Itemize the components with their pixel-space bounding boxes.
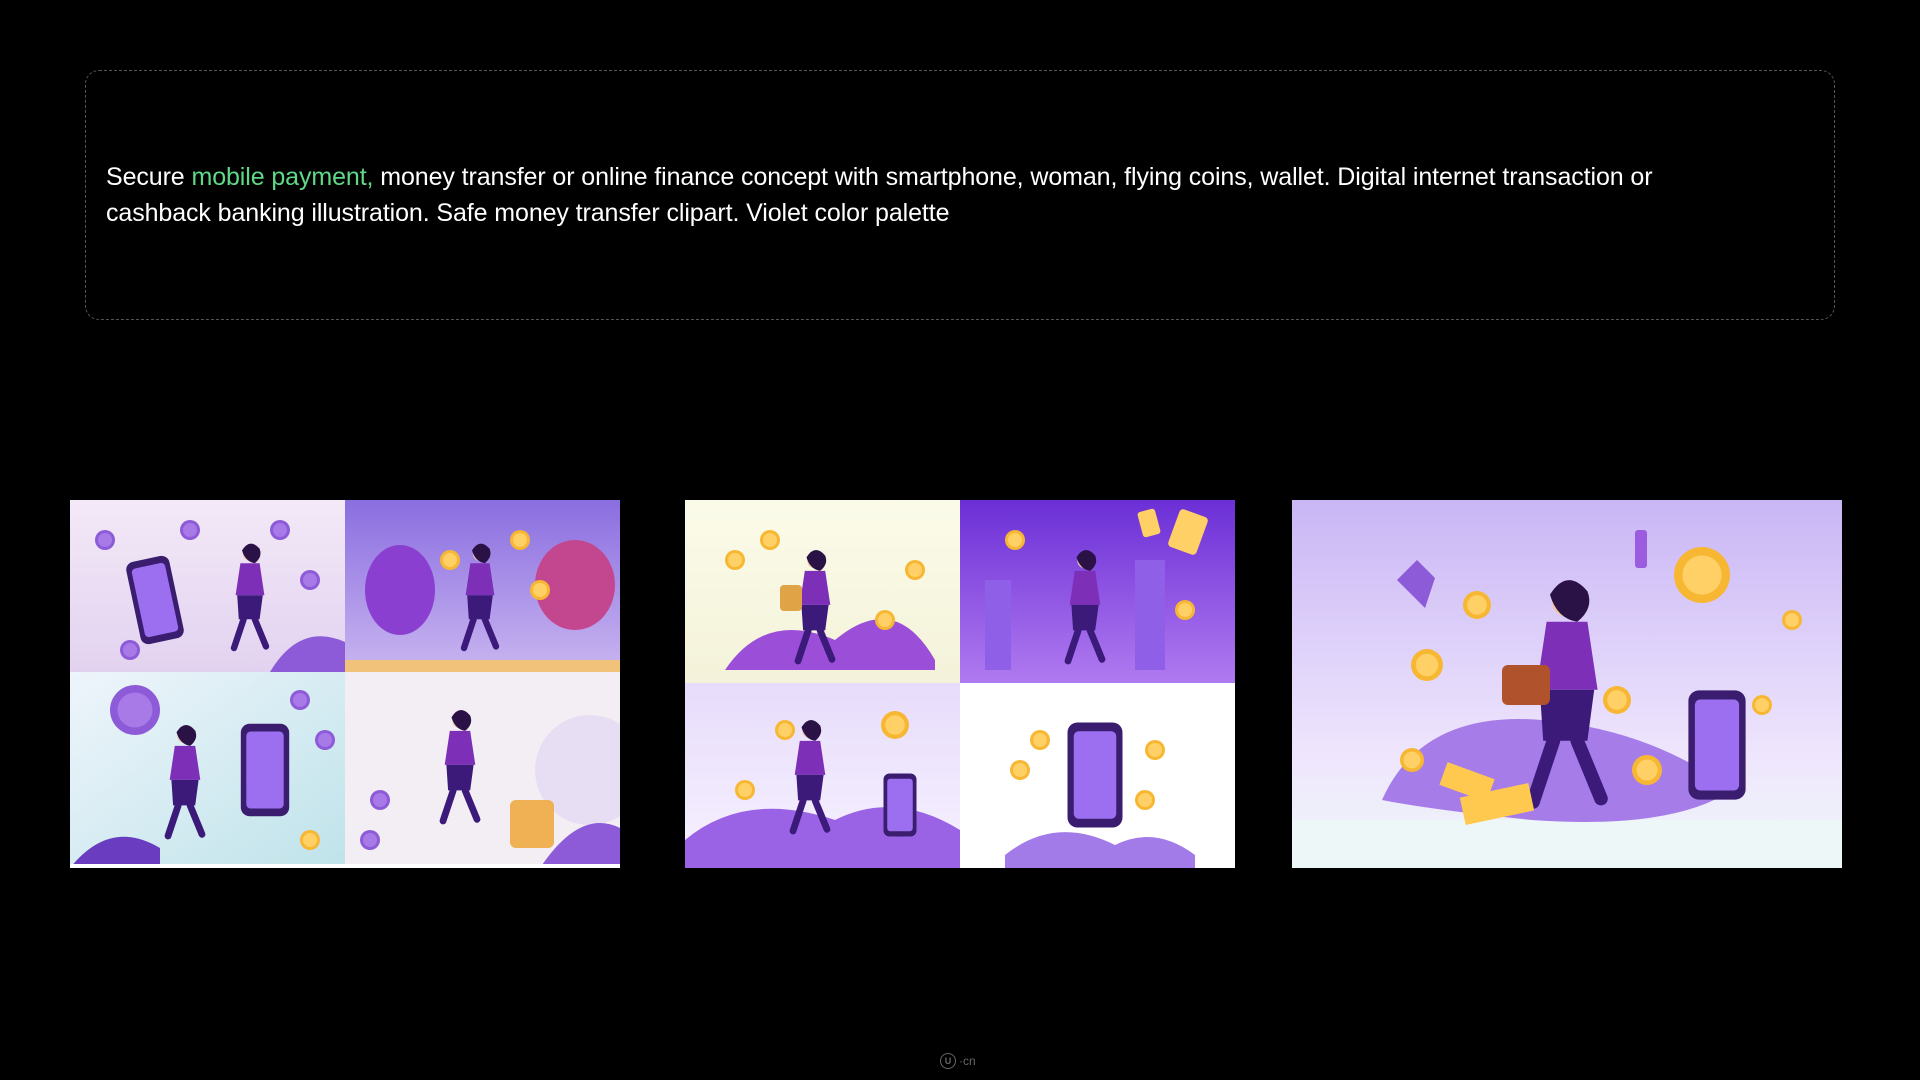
result-card-3[interactable]	[1292, 500, 1842, 868]
result-reflection-3	[1292, 868, 1842, 988]
result-image-3[interactable]	[1292, 500, 1842, 868]
watermark-logo-icon: U	[940, 1053, 956, 1069]
result-image-2[interactable]	[685, 500, 1235, 868]
site-watermark: U ·cn	[940, 1053, 976, 1069]
result-reflection-1	[70, 868, 620, 988]
result-reflection-2	[685, 868, 1235, 988]
result-card-1[interactable]	[70, 500, 620, 868]
image-gallery	[0, 0, 1920, 1080]
result-image-1[interactable]	[70, 500, 620, 868]
result-card-2[interactable]	[685, 500, 1235, 868]
watermark-text: ·cn	[959, 1054, 976, 1068]
